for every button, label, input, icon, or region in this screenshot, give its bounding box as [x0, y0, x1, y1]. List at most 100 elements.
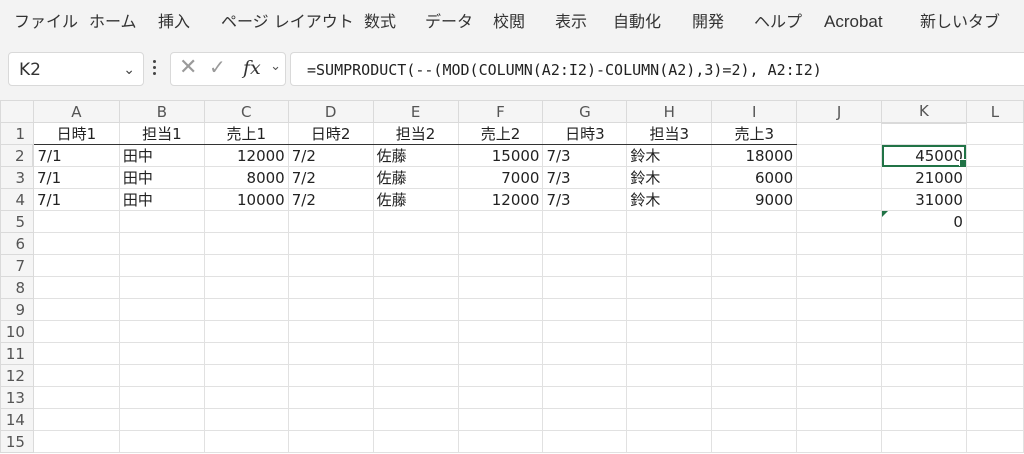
cell-f13[interactable] — [457, 386, 544, 409]
cell-c1[interactable]: 売上1 — [203, 122, 289, 145]
cell-d3[interactable]: 7/2 — [287, 166, 374, 189]
close-icon[interactable]: ✕ — [179, 55, 197, 80]
cell-h8[interactable] — [626, 276, 713, 299]
row-header[interactable]: 2 — [0, 144, 35, 167]
cell-e11[interactable] — [372, 342, 459, 365]
cell-l4[interactable] — [965, 188, 1024, 211]
cell-g14[interactable] — [542, 408, 628, 431]
cell-i7[interactable] — [711, 254, 798, 277]
cell-l9[interactable] — [965, 298, 1024, 321]
cell-h14[interactable] — [626, 408, 713, 431]
insert-function-icon[interactable]: fx — [243, 57, 261, 79]
cell-j3[interactable] — [796, 166, 883, 189]
cell-c13[interactable] — [203, 386, 289, 409]
tab-automate[interactable]: 自動化 — [613, 0, 661, 44]
tab-help[interactable]: ヘルプ — [754, 0, 802, 44]
column-header-j[interactable]: J — [796, 100, 883, 123]
cell-i15[interactable] — [711, 430, 798, 453]
cell-k7[interactable] — [881, 254, 967, 277]
cell-k12[interactable] — [881, 364, 967, 387]
cell-l2[interactable] — [965, 144, 1024, 167]
cell-d11[interactable] — [287, 342, 374, 365]
cell-h7[interactable] — [626, 254, 713, 277]
cell-b1[interactable]: 担当1 — [118, 122, 205, 145]
fill-handle[interactable] — [958, 159, 966, 166]
cell-b7[interactable] — [118, 254, 205, 277]
cell-j10[interactable] — [796, 320, 883, 343]
tab-home[interactable]: ホーム — [89, 0, 137, 44]
column-header-c[interactable]: C — [203, 100, 289, 123]
cell-c9[interactable] — [203, 298, 289, 321]
cell-e5[interactable] — [372, 210, 459, 233]
cell-f11[interactable] — [457, 342, 544, 365]
cell-k14[interactable] — [881, 408, 967, 431]
cell-i2[interactable]: 18000 — [711, 144, 798, 167]
cell-i13[interactable] — [711, 386, 798, 409]
cell-k13[interactable] — [881, 386, 967, 409]
column-header-d[interactable]: D — [287, 100, 374, 123]
cell-h15[interactable] — [626, 430, 713, 453]
cell-j11[interactable] — [796, 342, 883, 365]
cell-a6[interactable] — [32, 232, 120, 255]
cell-f6[interactable] — [457, 232, 544, 255]
cell-d7[interactable] — [287, 254, 374, 277]
cell-a9[interactable] — [32, 298, 120, 321]
cell-b13[interactable] — [118, 386, 205, 409]
cell-i1[interactable]: 売上3 — [711, 122, 798, 145]
cell-c10[interactable] — [203, 320, 289, 343]
row-header[interactable]: 3 — [0, 166, 34, 189]
cell-i4[interactable]: 9000 — [711, 188, 798, 211]
cell-l7[interactable] — [965, 254, 1024, 277]
cell-c4[interactable]: 10000 — [203, 188, 289, 211]
cell-k10[interactable] — [881, 320, 967, 343]
tab-developer[interactable]: 開発 — [692, 0, 724, 44]
cell-f3[interactable]: 7000 — [457, 166, 544, 189]
cell-g11[interactable] — [542, 342, 628, 365]
cell-i3[interactable]: 6000 — [711, 166, 798, 189]
cell-k8[interactable] — [881, 276, 967, 299]
cell-h3[interactable]: 鈴木 — [626, 166, 713, 189]
cell-i11[interactable] — [711, 342, 798, 365]
cell-g7[interactable] — [542, 254, 628, 277]
cell-g13[interactable] — [542, 386, 628, 409]
formula-input[interactable]: =SUMPRODUCT(--(MOD(COLUMN(A2:I2)-COLUMN(… — [290, 52, 1024, 86]
cell-a15[interactable] — [32, 430, 120, 453]
column-header-h[interactable]: H — [626, 100, 713, 123]
column-header-l[interactable]: L — [965, 100, 1024, 123]
cell-g2[interactable]: 7/3 — [542, 144, 628, 167]
tab-file[interactable]: ファイル — [14, 0, 78, 44]
cell-g12[interactable] — [542, 364, 628, 387]
cell-j2[interactable] — [796, 144, 883, 167]
cell-f10[interactable] — [457, 320, 544, 343]
cell-a14[interactable] — [32, 408, 120, 431]
cell-e12[interactable] — [372, 364, 459, 387]
cell-j1[interactable] — [796, 122, 883, 145]
cell-c2[interactable]: 12000 — [203, 144, 289, 167]
error-indicator-icon[interactable] — [882, 211, 889, 217]
cell-d10[interactable] — [287, 320, 374, 343]
cell-j9[interactable] — [796, 298, 883, 321]
tab-formulas[interactable]: 数式 — [364, 0, 396, 44]
cell-c14[interactable] — [203, 408, 289, 431]
spreadsheet-grid[interactable]: A B C D E F G H I J K L 1 日時1 担当1 売上1 日時2 担当2 売上2 日時3 担当3 売上3… — [0, 100, 1024, 454]
tab-data[interactable]: データ — [425, 0, 473, 44]
cell-b2[interactable]: 田中 — [118, 144, 205, 167]
cell-e6[interactable] — [372, 232, 459, 255]
cell-b4[interactable]: 田中 — [118, 188, 205, 211]
select-all-corner[interactable] — [0, 100, 34, 123]
cell-a2[interactable]: 7/1 — [32, 144, 120, 167]
cell-j7[interactable] — [796, 254, 883, 277]
cell-e3[interactable]: 佐藤 — [372, 166, 459, 189]
more-options-icon[interactable] — [151, 58, 157, 78]
cell-f1[interactable]: 売上2 — [457, 122, 544, 145]
cell-b8[interactable] — [118, 276, 205, 299]
cell-l3[interactable] — [965, 166, 1024, 189]
cell-c15[interactable] — [203, 430, 289, 453]
cell-k5[interactable]: 0 — [881, 210, 967, 233]
cell-j12[interactable] — [796, 364, 883, 387]
cell-b14[interactable] — [118, 408, 205, 431]
tab-insert[interactable]: 挿入 — [158, 0, 190, 44]
cell-g6[interactable] — [542, 232, 628, 255]
cell-g8[interactable] — [542, 276, 628, 299]
cell-d8[interactable] — [287, 276, 374, 299]
